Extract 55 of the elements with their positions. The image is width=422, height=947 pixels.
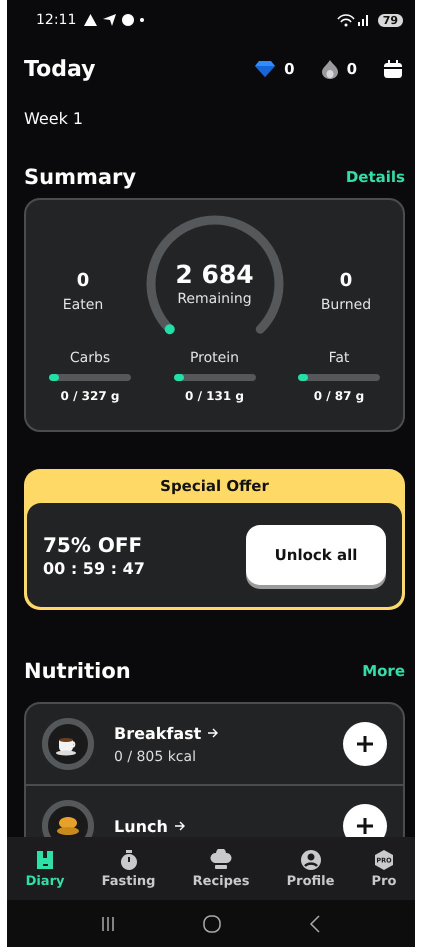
offer-title: Special Offer — [159, 476, 270, 497]
stopwatch-icon — [118, 848, 139, 870]
meal-name[interactable]: Breakfast — [114, 724, 202, 742]
meal-calories: 0 / 805 kcal — [114, 748, 197, 764]
details-link[interactable]: Details — [346, 168, 405, 186]
nav-tab[interactable]: Diary — [22, 846, 68, 890]
macro-reading: 0 / 327 g — [60, 389, 120, 403]
streak-count: 0 — [346, 60, 357, 78]
gem-count: 0 — [284, 60, 295, 78]
macro-reading: 0 / 87 g — [314, 389, 364, 403]
gauge-start-dot — [164, 324, 174, 334]
dot-icon — [140, 18, 144, 22]
eaten-value: 0 — [76, 270, 90, 291]
plus-icon — [356, 817, 374, 835]
macro-name: Carbs — [70, 350, 110, 366]
diamond-icon — [254, 60, 276, 78]
back-button[interactable] — [309, 914, 321, 932]
more-link[interactable]: More — [362, 662, 405, 680]
calendar-icon[interactable] — [383, 59, 403, 79]
page-title: Today — [24, 56, 96, 82]
chef-hat-icon — [210, 848, 232, 870]
send-icon — [103, 14, 116, 26]
countdown-timer: 00 : 59 : 47 — [43, 558, 145, 578]
unlock-button[interactable]: Unlock all — [246, 525, 386, 585]
plus-icon — [356, 735, 374, 753]
profile-icon — [300, 848, 322, 870]
section-title: Nutrition — [24, 659, 131, 683]
arrow-right-icon — [174, 820, 186, 832]
recent-apps-button[interactable] — [101, 916, 115, 932]
warning-icon — [84, 14, 98, 26]
burned-value: 0 — [340, 270, 352, 291]
macro-reading: 0 / 131 g — [185, 389, 244, 403]
diary-icon — [35, 848, 56, 870]
add-meal-button[interactable] — [343, 722, 387, 766]
nav-tab[interactable]: Profile — [282, 846, 338, 890]
circle-icon — [122, 14, 134, 26]
signal-icon — [336, 13, 370, 27]
burned-label: Burned — [320, 297, 372, 313]
meal-name[interactable]: Lunch — [114, 816, 168, 836]
week-label: Week 1 — [24, 108, 84, 130]
section-title: Summary — [24, 165, 136, 189]
macro-name: Fat — [328, 350, 350, 366]
flame-icon — [320, 59, 339, 79]
status-time: 12:11 — [36, 12, 76, 28]
nav-tab[interactable]: Recipes — [188, 846, 254, 890]
discount-text: 75% OFF — [43, 532, 144, 556]
home-button[interactable] — [203, 914, 221, 932]
remaining-label: Remaining — [177, 291, 252, 307]
eaten-label: Eaten — [62, 297, 104, 313]
add-meal-button[interactable] — [343, 804, 387, 837]
remaining-value: 2 684 — [175, 260, 254, 289]
arrow-right-icon — [207, 727, 220, 739]
macro-name: Protein — [190, 350, 240, 366]
nav-tab[interactable]: Fasting — [98, 846, 160, 890]
battery-level: 79 — [378, 14, 403, 26]
